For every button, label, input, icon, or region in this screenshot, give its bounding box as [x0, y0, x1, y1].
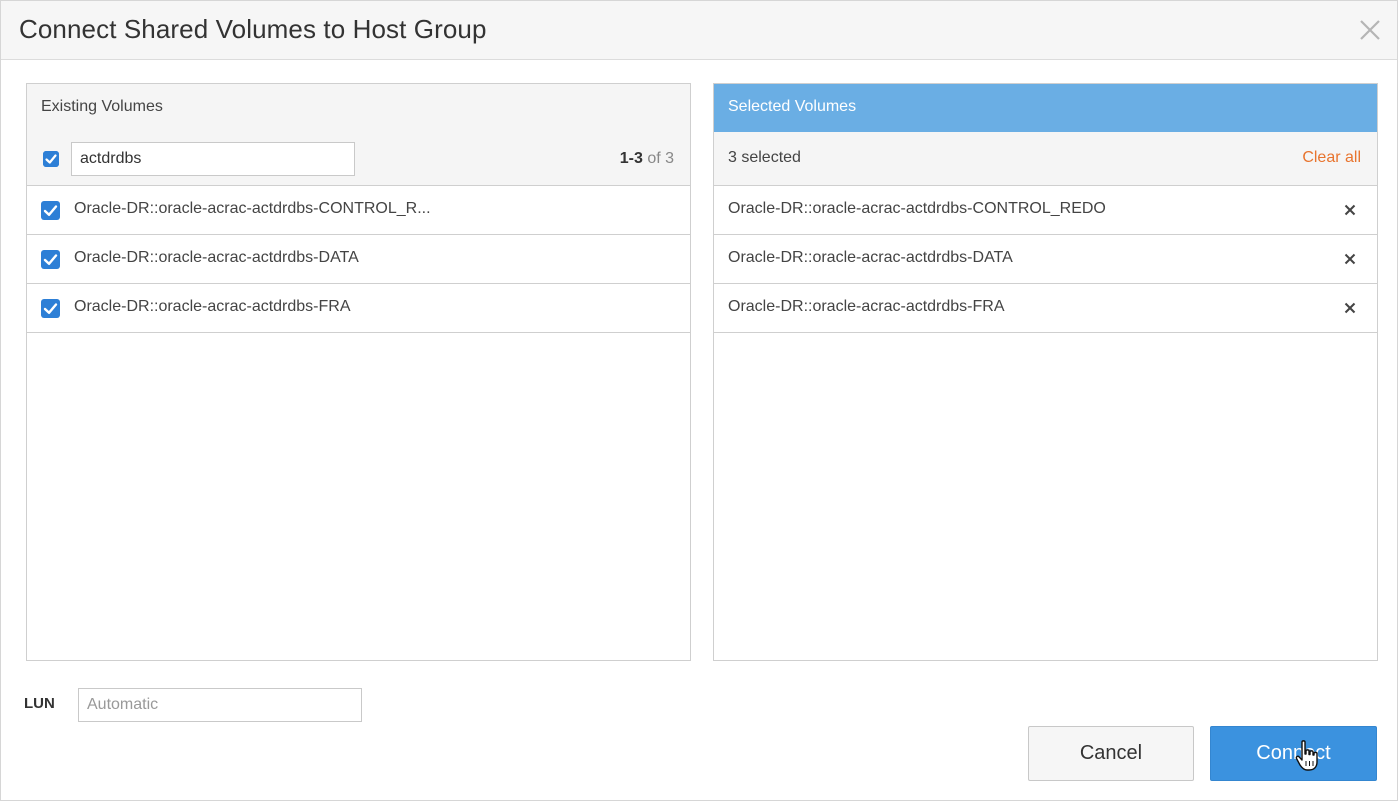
existing-volumes-panel: Existing Volumes 1-3 of 3 Oracle-DR::o	[26, 83, 691, 661]
selected-volume-row: Oracle-DR::oracle-acrac-actdrdbs-DATA	[714, 235, 1377, 284]
connect-button[interactable]: Connect	[1210, 726, 1377, 781]
lun-label: LUN	[24, 695, 55, 712]
result-count-range: 1-3	[619, 150, 643, 167]
lun-input[interactable]	[78, 688, 362, 722]
select-all-checkbox[interactable]	[43, 151, 59, 167]
existing-volume-row[interactable]: Oracle-DR::oracle-acrac-actdrdbs-DATA	[27, 235, 690, 284]
search-input[interactable]	[71, 142, 355, 176]
dialog-titlebar: Connect Shared Volumes to Host Group	[1, 1, 1397, 60]
clear-all-link[interactable]: Clear all	[1302, 149, 1361, 167]
selected-volume-label: Oracle-DR::oracle-acrac-actdrdbs-CONTROL…	[728, 200, 1106, 217]
selected-volume-label: Oracle-DR::oracle-acrac-actdrdbs-DATA	[728, 249, 1013, 266]
checkbox-checked-icon	[43, 151, 59, 167]
hand-pointer-icon	[1295, 740, 1318, 771]
existing-volumes-title: Existing Volumes	[41, 98, 163, 115]
selected-volumes-header: Selected Volumes	[714, 84, 1377, 132]
volume-checkbox[interactable]	[41, 250, 60, 274]
volume-label: Oracle-DR::oracle-acrac-actdrdbs-FRA	[74, 298, 351, 315]
volume-label: Oracle-DR::oracle-acrac-actdrdbs-DATA	[74, 249, 359, 266]
existing-volume-row[interactable]: Oracle-DR::oracle-acrac-actdrdbs-FRA	[27, 284, 690, 333]
remove-button[interactable]	[1343, 203, 1357, 222]
remove-icon	[1344, 204, 1356, 216]
dialog-title: Connect Shared Volumes to Host Group	[19, 14, 487, 44]
existing-volume-row[interactable]: Oracle-DR::oracle-acrac-actdrdbs-CONTROL…	[27, 186, 690, 235]
remove-icon	[1344, 302, 1356, 314]
checkbox-checked-icon	[41, 250, 60, 269]
selected-volume-row: Oracle-DR::oracle-acrac-actdrdbs-CONTROL…	[714, 186, 1377, 235]
result-count: 1-3 of 3	[620, 150, 674, 168]
selected-count: 3 selected	[728, 149, 801, 166]
close-icon	[1360, 20, 1380, 40]
existing-volumes-header: Existing Volumes 1-3 of 3	[27, 84, 690, 186]
volume-checkbox[interactable]	[41, 299, 60, 323]
selected-volume-row: Oracle-DR::oracle-acrac-actdrdbs-FRA	[714, 284, 1377, 333]
connect-volumes-dialog: Connect Shared Volumes to Host Group Exi…	[0, 0, 1398, 801]
checkbox-checked-icon	[41, 201, 60, 220]
volume-label: Oracle-DR::oracle-acrac-actdrdbs-CONTROL…	[74, 200, 431, 217]
selected-volume-label: Oracle-DR::oracle-acrac-actdrdbs-FRA	[728, 298, 1005, 315]
remove-button[interactable]	[1343, 252, 1357, 271]
remove-button[interactable]	[1343, 301, 1357, 320]
checkbox-checked-icon	[41, 299, 60, 318]
close-button[interactable]	[1353, 13, 1387, 47]
selected-volumes-subheader: 3 selected Clear all	[714, 132, 1377, 186]
cancel-button[interactable]: Cancel	[1028, 726, 1194, 781]
selected-volumes-title: Selected Volumes	[728, 98, 857, 115]
result-count-total: of 3	[647, 150, 674, 167]
volume-checkbox[interactable]	[41, 201, 60, 225]
remove-icon	[1344, 253, 1356, 265]
selected-volumes-panel: Selected Volumes 3 selected Clear all Or…	[713, 83, 1378, 661]
